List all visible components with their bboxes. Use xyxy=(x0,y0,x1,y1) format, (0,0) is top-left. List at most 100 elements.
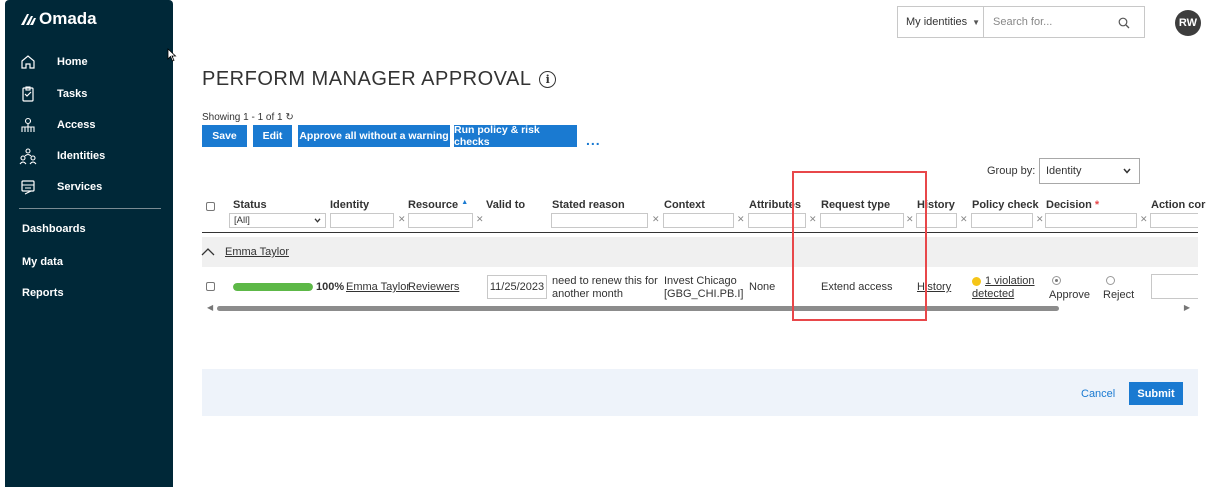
identity-filter-input[interactable] xyxy=(330,213,394,228)
identity-scope-select[interactable]: My identities ▼ xyxy=(897,6,983,38)
row-checkbox[interactable] xyxy=(206,282,215,291)
group-by-select[interactable]: Identity xyxy=(1039,158,1140,184)
column-header-action-comment[interactable]: Action cor xyxy=(1151,199,1205,211)
clear-filter-icon[interactable]: ✕ xyxy=(1140,214,1148,225)
page-title: PERFORM MANAGER APPROVAL i xyxy=(202,68,557,91)
sidebar-item-reports[interactable]: Reports xyxy=(22,287,64,299)
sidebar-item-tasks[interactable]: Tasks xyxy=(5,80,173,108)
column-header-stated-reason[interactable]: Stated reason xyxy=(552,199,625,211)
column-header-status[interactable]: Status xyxy=(233,199,267,211)
submit-button[interactable]: Submit xyxy=(1129,382,1183,405)
context-filter-input[interactable] xyxy=(663,213,734,228)
sidebar-item-label: Access xyxy=(57,119,96,131)
sidebar-item-my-data[interactable]: My data xyxy=(22,256,63,268)
approve-all-button[interactable]: Approve all without a warning xyxy=(298,125,450,147)
identity-link[interactable]: Emma Taylor xyxy=(346,281,410,293)
search-placeholder: Search for... xyxy=(993,16,1053,28)
scroll-right-icon[interactable]: ▶ xyxy=(1184,303,1190,312)
cancel-button[interactable]: Cancel xyxy=(1081,388,1115,400)
clear-filter-icon[interactable]: ✕ xyxy=(652,214,660,225)
sidebar-item-home[interactable]: Home xyxy=(5,48,173,76)
access-icon xyxy=(21,117,35,132)
reject-label: Reject xyxy=(1103,289,1135,301)
clear-filter-icon[interactable]: ✕ xyxy=(737,214,745,225)
search-input[interactable]: Search for... xyxy=(983,6,1145,38)
policy-filter-input[interactable] xyxy=(971,213,1033,228)
search-icon[interactable] xyxy=(1118,17,1130,29)
services-icon xyxy=(21,180,35,195)
policy-violation-link[interactable]: 1 violation xyxy=(985,275,1035,287)
reason-filter-input[interactable] xyxy=(551,213,648,228)
more-actions-button[interactable]: ... xyxy=(586,132,601,148)
status-filter-select[interactable]: [All] xyxy=(229,213,326,228)
sidebar-item-identities[interactable]: Identities xyxy=(5,142,173,170)
valid-to-date-input[interactable]: 11/25/2023 xyxy=(487,275,547,299)
home-icon xyxy=(21,55,35,69)
column-header-policy-check[interactable]: Policy check xyxy=(972,199,1039,211)
info-icon[interactable]: i xyxy=(539,71,557,88)
header-divider xyxy=(202,232,1198,233)
collapse-caret-icon[interactable] xyxy=(201,247,215,257)
mouse-cursor-icon xyxy=(167,48,177,62)
sidebar: Omada Home Tasks Access Identities Servi… xyxy=(5,0,177,487)
resource-link[interactable]: Reviewers xyxy=(408,281,459,293)
scrollbar-thumb[interactable] xyxy=(217,306,1059,311)
clear-filter-icon[interactable]: ✕ xyxy=(1036,214,1044,225)
column-header-resource-label: Resource xyxy=(408,199,459,211)
sidebar-item-access[interactable]: Access xyxy=(5,111,173,139)
caret-down-icon: ▼ xyxy=(972,17,981,27)
chevron-down-icon xyxy=(1123,168,1131,174)
edit-button[interactable]: Edit xyxy=(253,125,292,147)
status-filter-value: [All] xyxy=(234,215,250,226)
group-row xyxy=(202,237,1198,267)
refresh-icon[interactable]: ↻ xyxy=(285,112,293,123)
stated-reason-line1: need to renew this for xyxy=(552,275,658,287)
showing-count: Showing 1 - 1 of 1 ↻ xyxy=(202,112,294,123)
action-comment-input[interactable] xyxy=(1151,274,1198,299)
sidebar-item-dashboards[interactable]: Dashboards xyxy=(22,223,86,235)
column-header-context[interactable]: Context xyxy=(664,199,705,211)
clear-filter-icon[interactable]: ✕ xyxy=(960,214,968,225)
group-by-value: Identity xyxy=(1046,165,1082,177)
clear-filter-icon[interactable]: ✕ xyxy=(398,214,406,225)
progress-bar-fill xyxy=(233,283,313,291)
select-all-checkbox[interactable] xyxy=(206,202,215,211)
page-title-text: PERFORM MANAGER APPROVAL xyxy=(202,68,532,90)
stated-reason-line2: another month xyxy=(552,288,623,300)
sidebar-item-label: Services xyxy=(57,181,103,193)
column-header-valid-to[interactable]: Valid to xyxy=(486,199,525,211)
column-header-identity[interactable]: Identity xyxy=(330,199,369,211)
progress-label: 100% xyxy=(316,281,345,293)
avatar[interactable]: RW xyxy=(1175,10,1201,36)
action-filter-input[interactable] xyxy=(1150,213,1198,228)
sidebar-item-label: Identities xyxy=(57,150,106,162)
clear-filter-icon[interactable]: ✕ xyxy=(476,214,484,225)
action-footer xyxy=(202,369,1198,416)
highlight-box xyxy=(792,171,927,321)
sidebar-item-label: Home xyxy=(57,56,88,68)
group-name-link[interactable]: Emma Taylor xyxy=(225,246,289,258)
column-header-decision[interactable]: Decision * xyxy=(1046,199,1099,211)
identity-scope-value: My identities xyxy=(906,16,968,28)
context-line2: [GBG_CHI.PB.I] xyxy=(664,288,744,300)
policy-violation-link-line2[interactable]: detected xyxy=(972,288,1014,300)
horizontal-scrollbar[interactable]: ◀ ▶ xyxy=(202,303,1198,313)
column-header-resource[interactable]: Resource ▲ xyxy=(408,199,468,211)
approve-radio[interactable] xyxy=(1052,276,1061,285)
decision-filter-input[interactable] xyxy=(1045,213,1137,228)
resource-filter-input[interactable] xyxy=(408,213,473,228)
brand-name: Omada xyxy=(39,9,97,28)
clipboard-icon xyxy=(22,86,34,102)
scroll-left-icon[interactable]: ◀ xyxy=(207,303,213,312)
omada-logo[interactable]: Omada xyxy=(19,9,97,29)
showing-text: Showing 1 - 1 of 1 xyxy=(202,112,283,123)
reject-radio[interactable] xyxy=(1106,276,1115,285)
required-marker: * xyxy=(1094,199,1100,211)
progress-bar xyxy=(233,283,313,291)
save-button[interactable]: Save xyxy=(202,125,247,147)
run-policy-checks-button[interactable]: Run policy & risk checks xyxy=(454,124,577,148)
sidebar-item-services[interactable]: Services xyxy=(5,173,173,201)
chevron-down-icon xyxy=(314,218,321,223)
context-line1: Invest Chicago xyxy=(664,275,737,287)
sidebar-divider xyxy=(19,208,161,209)
